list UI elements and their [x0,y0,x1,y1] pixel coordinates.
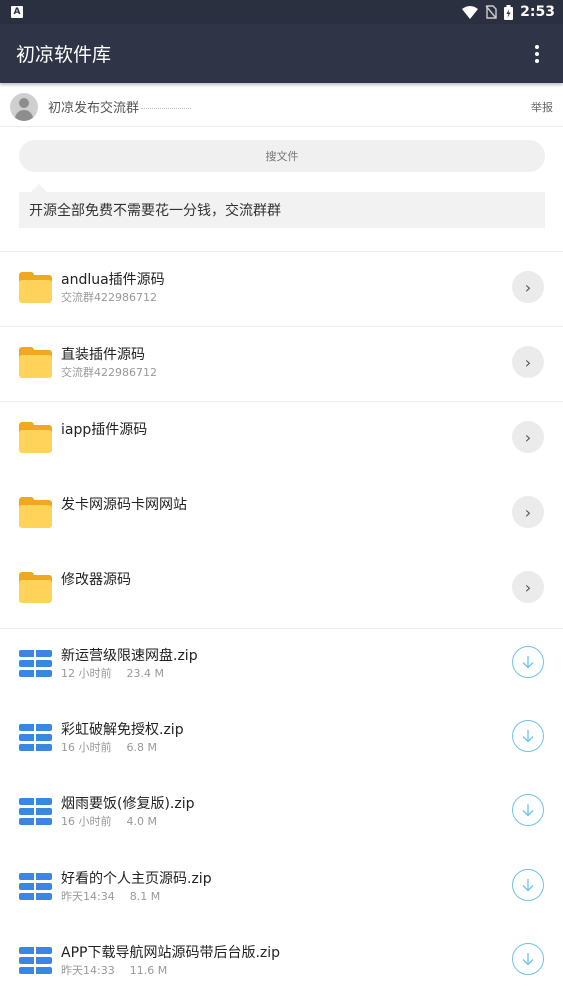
archive-icon [19,873,52,900]
folder-name: 直装插件源码 [61,347,145,363]
download-icon[interactable] [512,646,544,678]
chevron-right-icon[interactable]: › [512,346,544,378]
group-name-container: 初凉发布交流群 [48,97,531,116]
folder-icon [19,422,52,453]
file-name: 烟雨要饭(修复版).zip [61,796,195,812]
folder-icon [19,497,52,528]
folder-icon [19,272,52,303]
folder-row[interactable]: 发卡网源码卡网网站 › [0,476,563,551]
folder-name: 修改器源码 [61,572,131,588]
search-label: 搜文件 [265,150,299,163]
group-name: 初凉发布交流群 [48,101,140,116]
chevron-right-icon[interactable]: › [512,421,544,453]
file-time: 昨天14:34 [61,890,115,903]
file-name: 好看的个人主页源码.zip [61,871,212,887]
group-row[interactable]: 初凉发布交流群 举报 [0,87,563,127]
folder-icon [19,572,52,603]
file-size: 23.4 M [126,667,164,680]
app-notification-icon: A [11,6,23,18]
wifi-icon [462,5,479,19]
file-meta: 16 小时前 4.0 M [61,813,157,829]
file-time: 16 小时前 [61,815,112,828]
file-row[interactable]: 好看的个人主页源码.zip 昨天14:34 8.1 M [0,851,563,926]
report-button[interactable]: 举报 [531,99,553,115]
folder-row[interactable]: iapp插件源码 › [0,401,563,476]
notice-text: 开源全部免费不需要花一分钱，交流群群 [29,203,281,219]
download-icon[interactable] [512,720,544,752]
archive-icon [19,798,52,825]
folder-row[interactable]: 修改器源码 › [0,551,563,626]
download-icon[interactable] [512,943,544,975]
download-icon[interactable] [512,794,544,826]
folder-name: 发卡网源码卡网网站 [61,497,187,513]
file-row[interactable]: 彩虹破解免授权.zip 16 小时前 6.8 M [0,702,563,777]
battery-charging-icon [504,4,514,20]
app-bar: 初凉软件库 [0,24,563,83]
folder-name: andlua插件源码 [61,272,165,288]
clock: 2:53 [520,4,555,20]
file-size: 8.1 M [129,890,161,903]
chevron-right-icon[interactable]: › [512,496,544,528]
chevron-right-icon[interactable]: › [512,271,544,303]
file-name: 彩虹破解免授权.zip [61,722,184,738]
file-time: 16 小时前 [61,741,112,754]
chevron-right-icon[interactable]: › [512,571,544,603]
archive-icon [19,947,52,974]
file-meta: 昨天14:33 11.6 M [61,962,167,978]
notice-bubble: 开源全部免费不需要花一分钱，交流群群 [19,184,545,228]
download-icon[interactable] [512,869,544,901]
folder-icon [19,347,52,378]
file-time: 昨天14:33 [61,964,115,977]
folder-subtitle: 交流群422986712 [61,366,157,379]
archive-icon [19,724,52,751]
folder-row[interactable]: 直装插件源码 交流群422986712 › [0,326,563,401]
file-name: APP下载导航网站源码带后台版.zip [61,945,281,961]
search-button[interactable]: 搜文件 [19,140,545,172]
no-sim-icon [485,5,497,19]
archive-icon [19,650,52,677]
file-meta: 16 小时前 6.8 M [61,739,157,755]
more-vert-icon[interactable] [529,44,545,63]
file-meta: 昨天14:34 8.1 M [61,888,160,904]
file-name: 新运营级限速网盘.zip [61,648,198,664]
avatar [10,92,38,121]
file-time: 12 小时前 [61,667,112,680]
file-size: 11.6 M [129,964,168,977]
file-size: 6.8 M [126,741,157,754]
app-title: 初凉软件库 [16,44,112,66]
file-row[interactable]: APP下载导航网站源码带后台版.zip 昨天14:33 11.6 M [0,925,563,1000]
file-size: 4.0 M [126,815,157,828]
folder-subtitle: 交流群422986712 [61,291,157,304]
file-row[interactable]: 新运营级限速网盘.zip 12 小时前 23.4 M [0,628,563,703]
folder-name: iapp插件源码 [61,422,148,438]
file-meta: 12 小时前 23.4 M [61,665,164,681]
folder-row[interactable]: andlua插件源码 交流群422986712 › [0,251,563,326]
file-row[interactable]: 烟雨要饭(修复版).zip 16 小时前 4.0 M [0,776,563,851]
status-bar: A 2:53 [0,0,563,24]
